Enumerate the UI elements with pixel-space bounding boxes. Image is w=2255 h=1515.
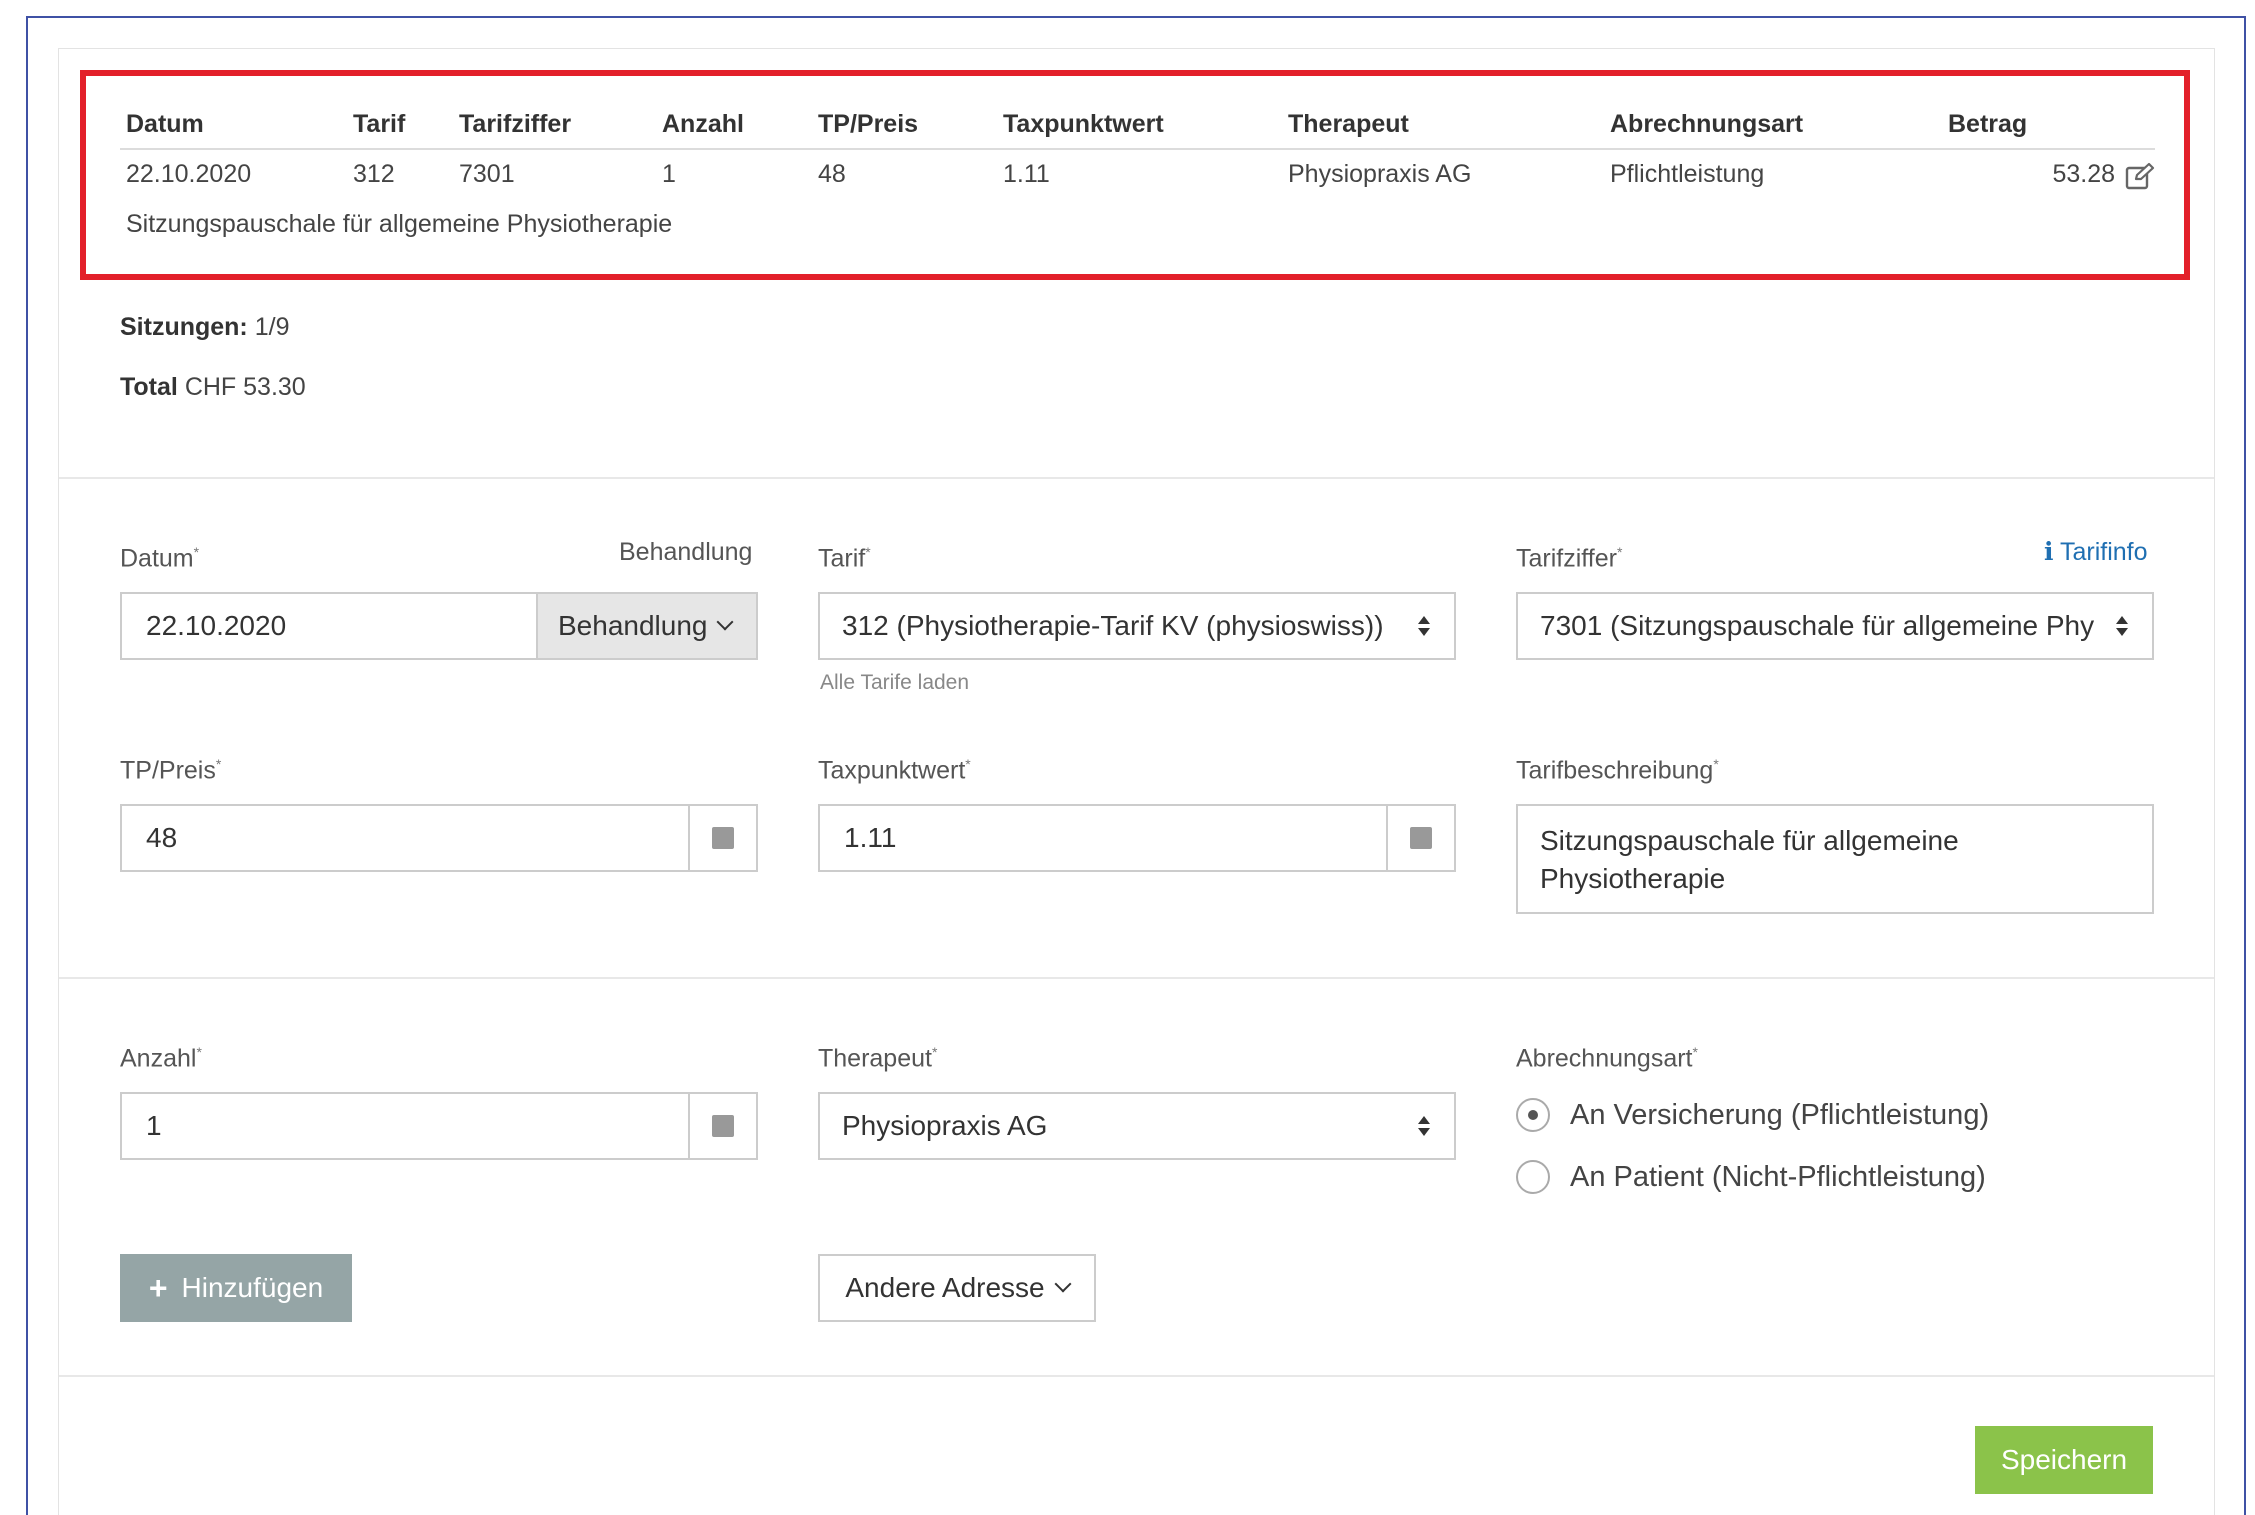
taxpunktwert-label: Taxpunktwert* [818, 756, 971, 785]
header-datum: Datum [126, 110, 204, 138]
total-label: Total [120, 373, 178, 401]
taxpunktwert-addon[interactable] [1386, 806, 1454, 870]
tarifziffer-value: 7301 (Sitzungspauschale für allgemeine P… [1540, 610, 2095, 641]
cell-taxpunktwert: 1.11 [1003, 160, 1050, 188]
behandlung-label: Behandlung [619, 538, 753, 566]
total-line: Total CHF 53.30 [120, 369, 306, 405]
sessions-value: 1/9 [254, 313, 290, 341]
tarifbeschreibung-textarea[interactable]: Sitzungspauschale für allgemeine Physiot… [1516, 804, 2154, 914]
taxpunktwert-value: 1.11 [844, 822, 897, 853]
tarifbeschreibung-label: Tarifbeschreibung* [1516, 756, 1719, 785]
header-tp-preis: TP/Preis [818, 110, 919, 138]
radio-button-checked[interactable] [1516, 1098, 1550, 1132]
tp-preis-addon[interactable] [688, 806, 756, 870]
edit-icon[interactable] [2125, 162, 2155, 190]
therapeut-value: Physiopraxis AG [842, 1110, 1048, 1141]
cell-tarifziffer: 7301 [459, 160, 515, 188]
anzahl-label: Anzahl* [120, 1044, 202, 1073]
sort-arrows-icon [1418, 616, 1430, 636]
save-button[interactable]: Speichern [1975, 1426, 2153, 1494]
header-tarif: Tarif [353, 110, 406, 138]
table-header: Datum Tarif Tarifziffer Anzahl TP/Preis … [120, 100, 2155, 150]
section-divider [59, 1375, 2214, 1377]
plus-icon: + [148, 1269, 168, 1306]
stop-icon [1410, 827, 1432, 849]
tarifbeschreibung-line2: Physiotherapie [1540, 863, 1726, 894]
sort-arrows-icon [2116, 616, 2128, 636]
radio-versicherung-label: An Versicherung (Pflichtleistung) [1570, 1098, 1990, 1131]
cell-therapeut: Physiopraxis AG [1288, 160, 1472, 188]
section-divider [59, 977, 2214, 979]
radio-button[interactable] [1516, 1160, 1550, 1194]
radio-patient[interactable]: An Patient (Nicht-Pflichtleistung) [1516, 1160, 1986, 1194]
cell-tp-preis: 48 [818, 160, 846, 188]
tarifziffer-select[interactable]: 7301 (Sitzungspauschale für allgemeine P… [1516, 592, 2154, 660]
header-taxpunktwert: Taxpunktwert [1003, 110, 1164, 138]
anzahl-input[interactable]: 1 [120, 1092, 758, 1160]
info-icon: i [2044, 537, 2054, 566]
chevron-down-icon [716, 613, 734, 631]
row-description: Sitzungspauschale für allgemeine Physiot… [126, 210, 673, 238]
anzahl-value: 1 [146, 1110, 162, 1141]
taxpunktwert-input[interactable]: 1.11 [818, 804, 1456, 872]
stop-icon [712, 827, 734, 849]
datum-value: 22.10.2020 [146, 610, 287, 641]
cell-datum: 22.10.2020 [126, 160, 252, 188]
tarif-label: Tarif* [818, 544, 871, 573]
cell-abrechnungsart: Pflichtleistung [1610, 160, 1765, 188]
tarif-select[interactable]: 312 (Physiotherapie-Tarif KV (physioswis… [818, 592, 1456, 660]
tp-preis-input[interactable]: 48 [120, 804, 758, 872]
radio-versicherung[interactable]: An Versicherung (Pflichtleistung) [1516, 1098, 1989, 1132]
therapeut-select[interactable]: Physiopraxis AG [818, 1092, 1456, 1160]
header-therapeut: Therapeut [1288, 110, 1409, 138]
header-tarifziffer: Tarifziffer [459, 110, 572, 138]
datum-input[interactable]: 22.10.2020 Behandlung [120, 592, 758, 660]
add-button[interactable]: + Hinzufügen [120, 1254, 352, 1322]
sort-arrows-icon [1418, 1116, 1430, 1136]
therapeut-label: Therapeut* [818, 1044, 938, 1073]
anzahl-addon[interactable] [688, 1094, 756, 1158]
tarifziffer-label: Tarifziffer* [1516, 544, 1623, 573]
chevron-down-icon [1054, 1275, 1072, 1293]
cell-betrag: 53.28 [2052, 160, 2115, 188]
header-betrag: Betrag [1948, 110, 2028, 138]
behandlung-dropdown[interactable]: Behandlung [536, 594, 756, 658]
tp-preis-label: TP/Preis* [120, 756, 222, 785]
sessions-line: Sitzungen: 1/9 [120, 309, 289, 345]
header-abrechnungsart: Abrechnungsart [1610, 110, 1804, 138]
total-value: CHF 53.30 [184, 373, 306, 401]
header-anzahl: Anzahl [662, 110, 744, 138]
tarifbeschreibung-line1: Sitzungspauschale für allgemeine [1540, 825, 1959, 856]
sessions-label: Sitzungen: [120, 313, 248, 341]
abrechnungsart-label: Abrechnungsart* [1516, 1044, 1698, 1073]
stop-icon [712, 1115, 734, 1137]
datum-label: Datum* [120, 544, 200, 573]
tp-preis-value: 48 [146, 822, 178, 853]
table-row: 22.10.2020 312 7301 1 48 1.11 Physioprax… [120, 150, 2155, 200]
alle-tarife-link[interactable]: Alle Tarife laden [820, 668, 969, 698]
cell-tarif: 312 [353, 160, 395, 188]
radio-patient-label: An Patient (Nicht-Pflichtleistung) [1570, 1160, 1986, 1193]
tarif-value: 312 (Physiotherapie-Tarif KV (physioswis… [842, 610, 1384, 641]
cell-anzahl: 1 [662, 160, 676, 188]
andere-adresse-button[interactable]: Andere Adresse [818, 1254, 1096, 1322]
tarifinfo-link[interactable]: i Tarifinfo [2044, 534, 2148, 570]
section-divider [59, 477, 2214, 479]
